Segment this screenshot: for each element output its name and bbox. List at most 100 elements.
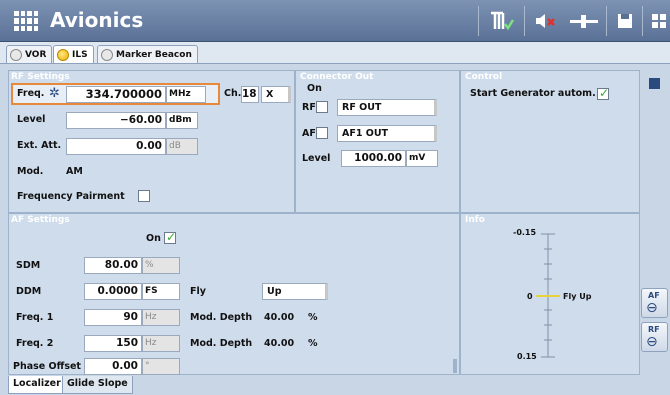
ext-att-unit: dB: [166, 138, 198, 155]
rf-settings-panel: RF Settings Freq. ✲ 334.700000 MHz Ch. 1…: [8, 70, 295, 213]
freq1-input[interactable]: 90: [84, 309, 142, 326]
af-on-checkbox[interactable]: [164, 230, 176, 244]
scrollbar[interactable]: [453, 359, 457, 373]
fly-dropdown[interactable]: Up: [262, 283, 328, 300]
indicator-center-value: 0: [527, 292, 533, 301]
mute-icon[interactable]: [530, 7, 562, 35]
rf-out-checkbox[interactable]: [316, 101, 328, 113]
ddm-indicator: [536, 233, 560, 358]
control-panel: Control Start Generator autom.: [460, 70, 640, 213]
tab-ils-label: ILS: [72, 49, 88, 60]
rf-out-dropdown[interactable]: RF OUT: [337, 99, 437, 116]
level-label: Level: [17, 114, 46, 125]
trigger-icon[interactable]: [486, 7, 518, 35]
status-indicator: [649, 78, 660, 89]
mod-value: AM: [66, 166, 83, 177]
mod-depth1-unit: %: [308, 312, 318, 323]
toolbar-separator: [478, 6, 479, 36]
tab-glide-slope[interactable]: Glide Slope: [62, 376, 133, 394]
layout-icon[interactable]: [648, 7, 670, 35]
frequency-pairment-label: Frequency Pairment: [17, 191, 125, 202]
frequency-pairment-checkbox[interactable]: [138, 190, 150, 202]
control-title: Control: [465, 72, 503, 82]
rf-output-icon: ⊖: [646, 334, 658, 350]
toolbar-separator: [606, 6, 607, 36]
tab-vor[interactable]: VOR: [6, 45, 53, 63]
save-icon[interactable]: [612, 7, 638, 35]
rf-label: RF: [302, 102, 316, 113]
phase-offset-unit: °: [142, 358, 180, 375]
channel-suffix-dropdown[interactable]: X: [261, 86, 291, 103]
af-label: AF: [302, 128, 316, 139]
freq-label: Freq.: [17, 88, 45, 99]
mod-label: Mod.: [17, 166, 44, 177]
tab-marker-beacon[interactable]: Marker Beacon: [97, 45, 198, 63]
ddm-unit[interactable]: FS: [142, 283, 180, 300]
vor-radio: [10, 48, 22, 61]
af-output-icon: ⊖: [646, 300, 658, 316]
title-bar: Avionics: [0, 0, 670, 42]
connector-level-input[interactable]: 1000.00: [341, 150, 406, 167]
ch-label: Ch.: [224, 88, 242, 99]
toolbar-separator: [642, 6, 643, 36]
mode-tab-bar: VOR ILS Marker Beacon: [0, 42, 670, 64]
af-out-checkbox[interactable]: [316, 127, 328, 139]
af-settings-panel: AF Settings On SDM 80.00 % DDM 0.0000 FS…: [8, 213, 460, 375]
connector-level-unit[interactable]: mV: [406, 150, 438, 167]
rf-output-button[interactable]: RF ⊖: [641, 322, 668, 352]
af-on-label: On: [146, 233, 161, 244]
info-panel: Info -0.15 0 Fly Up 0.15: [460, 213, 640, 375]
connector-out-title: Connector Out: [300, 72, 374, 82]
slider-icon[interactable]: [566, 7, 602, 35]
app-menu-icon[interactable]: [14, 11, 38, 31]
connector-level-label: Level: [302, 153, 331, 164]
af-out-dropdown[interactable]: AF1 OUT: [337, 125, 437, 142]
toolbar-separator: [524, 6, 525, 36]
indicator-bottom-value: 0.15: [517, 352, 537, 361]
sdm-unit: %: [142, 257, 180, 274]
fly-label: Fly: [190, 286, 206, 297]
af-output-label: AF: [648, 291, 660, 300]
freq-unit[interactable]: MHz: [166, 86, 206, 103]
marker-beacon-radio: [101, 48, 113, 61]
freq-step-icon[interactable]: ✲: [49, 86, 60, 101]
ddm-label: DDM: [16, 286, 42, 297]
indicator-top-value: -0.15: [513, 228, 537, 237]
rf-settings-title: RF Settings: [11, 72, 70, 82]
ext-att-input[interactable]: 0.00: [66, 138, 166, 155]
freq2-label: Freq. 2: [16, 338, 54, 349]
start-generator-label: Start Generator autom.: [470, 88, 596, 99]
level-input[interactable]: −60.00: [66, 112, 166, 129]
ext-att-label: Ext. Att.: [17, 140, 62, 151]
app-title: Avionics: [50, 8, 144, 32]
af-output-button[interactable]: AF ⊖: [641, 288, 668, 318]
mod-depth1-label: Mod. Depth: [190, 312, 253, 323]
sdm-input[interactable]: 80.00: [84, 257, 142, 274]
ils-radio: [57, 48, 69, 61]
phase-offset-input[interactable]: 0.00: [84, 358, 142, 375]
tab-marker-beacon-label: Marker Beacon: [116, 49, 192, 60]
mod-depth2-unit: %: [308, 338, 318, 349]
connector-on-label: On: [307, 83, 322, 94]
sdm-label: SDM: [16, 260, 41, 271]
tab-localizer[interactable]: Localizer: [8, 376, 66, 394]
freq1-label: Freq. 1: [16, 312, 54, 323]
channel-input[interactable]: 18: [241, 86, 259, 103]
freq-input[interactable]: 334.700000: [66, 86, 166, 103]
sub-tab-bar: Localizer Glide Slope: [0, 375, 460, 395]
mod-depth2-label: Mod. Depth: [190, 338, 253, 349]
freq2-unit: Hz: [142, 335, 180, 352]
mod-depth2-value: 40.00: [264, 338, 295, 349]
level-unit[interactable]: dBm: [166, 112, 198, 129]
af-settings-title: AF Settings: [11, 215, 70, 225]
start-generator-checkbox[interactable]: [597, 86, 609, 100]
mod-depth1-value: 40.00: [264, 312, 295, 323]
rf-output-label: RF: [648, 325, 660, 334]
tab-ils[interactable]: ILS: [53, 45, 94, 63]
tab-vor-label: VOR: [25, 49, 47, 60]
indicator-center-label: Fly Up: [563, 292, 592, 301]
phase-offset-label: Phase Offset: [13, 361, 81, 372]
ddm-input[interactable]: 0.0000: [84, 283, 142, 300]
freq2-input[interactable]: 150: [84, 335, 142, 352]
freq1-unit: Hz: [142, 309, 180, 326]
